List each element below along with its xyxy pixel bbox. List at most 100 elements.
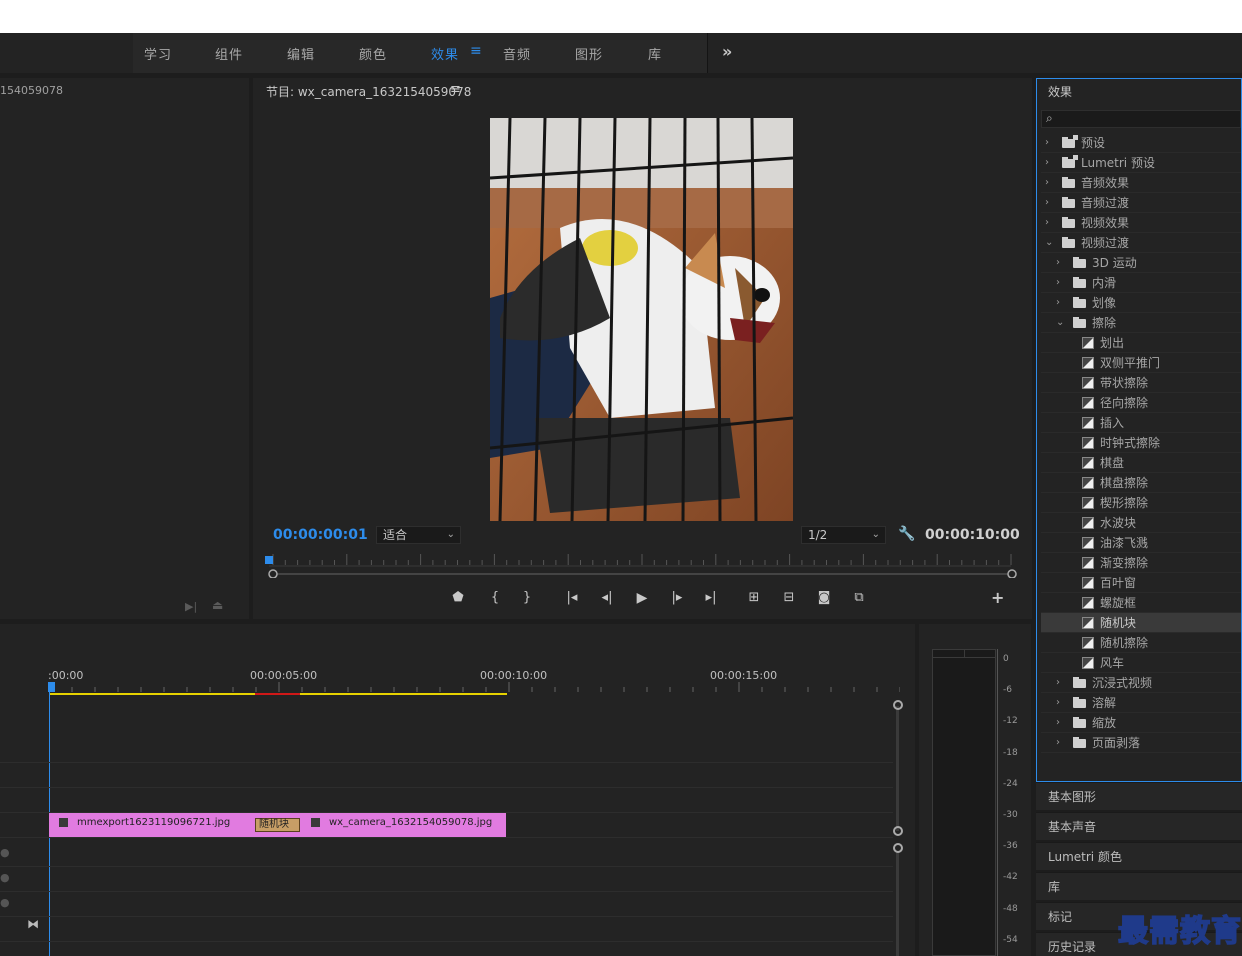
chevron-right-icon[interactable]: ›	[1056, 713, 1060, 733]
effects-folder[interactable]: › 音频过渡	[1041, 193, 1241, 213]
tab-libraries[interactable]: 库	[1036, 872, 1242, 900]
add-button-icon[interactable]: +	[991, 588, 1004, 607]
workspace-editing[interactable]: 编辑	[287, 44, 315, 63]
effect-item[interactable]: 径向擦除	[1041, 393, 1241, 413]
chevron-right-icon[interactable]: ›	[1056, 253, 1060, 273]
effects-folder[interactable]: › 划像	[1041, 293, 1241, 313]
extract-icon[interactable]: ⊟	[779, 590, 799, 605]
transport-controls: ⬟ { } |◂ ◂| ▶ |▸ ▸| ⊞ ⊟ ◙ ⧉	[448, 590, 888, 610]
workspace-effects[interactable]: 效果	[431, 44, 459, 63]
effects-search-input[interactable]	[1062, 112, 1232, 126]
compare-view-icon[interactable]: ⧉	[849, 590, 869, 605]
timeline-ruler[interactable]	[0, 682, 900, 698]
marker-icon[interactable]: ⬟	[448, 590, 468, 605]
mark-in-icon[interactable]: {	[485, 590, 505, 605]
effects-folder[interactable]: › 缩放	[1041, 713, 1241, 733]
effect-item[interactable]: 带状擦除	[1041, 373, 1241, 393]
effect-item[interactable]: 随机擦除	[1041, 633, 1241, 653]
microphone-icon[interactable]: ●	[0, 896, 10, 909]
program-title[interactable]: 节目: wx_camera_1632154059078	[266, 83, 471, 100]
go-to-out-icon[interactable]: ▸|	[701, 590, 721, 605]
effect-item[interactable]: 随机块	[1041, 613, 1241, 633]
timeline-scrollbar[interactable]	[896, 706, 899, 831]
effect-item[interactable]: 水波块	[1041, 513, 1241, 533]
workspace-assembly[interactable]: 组件	[215, 44, 243, 63]
play-icon[interactable]: ▶	[632, 590, 652, 606]
effect-item[interactable]: 插入	[1041, 413, 1241, 433]
tree-item-label: 带状擦除	[1100, 376, 1149, 390]
workspace-color[interactable]: 颜色	[359, 44, 387, 63]
hamburger-icon[interactable]: ≡	[450, 82, 461, 97]
effects-folder[interactable]: › 3D 运动	[1041, 253, 1241, 273]
effect-item[interactable]: 划出	[1041, 333, 1241, 353]
audio-scrollbar[interactable]	[896, 852, 899, 956]
step-back-icon[interactable]: ◂|	[597, 590, 617, 605]
chevron-right-icon[interactable]: ›	[1056, 693, 1060, 713]
chevron-right-icon[interactable]: ›	[1056, 673, 1060, 693]
effect-item[interactable]: 渐变擦除	[1041, 553, 1241, 573]
export-frame-icon[interactable]: ⏏	[212, 598, 223, 612]
effects-folder[interactable]: › 音频效果	[1041, 173, 1241, 193]
workspace-learn[interactable]: 学习	[144, 44, 172, 63]
effect-item[interactable]: 百叶窗	[1041, 573, 1241, 593]
camera-icon[interactable]: ◙	[814, 590, 834, 605]
tab-essential-graphics[interactable]: 基本图形	[1036, 782, 1242, 810]
effect-item[interactable]: 双侧平推门	[1041, 353, 1241, 373]
effects-folder[interactable]: › 溶解	[1041, 693, 1241, 713]
go-to-in-icon[interactable]: |◂	[562, 590, 582, 605]
bow-tie-icon[interactable]: ⧓	[27, 917, 39, 931]
effects-folder[interactable]: › 视频效果	[1041, 213, 1241, 233]
workspace-menu-icon[interactable]: ≡	[470, 43, 483, 59]
effects-folder[interactable]: › 内滑	[1041, 273, 1241, 293]
chevron-down-icon[interactable]: ⌄	[1056, 313, 1064, 333]
workspace-libraries[interactable]: 库	[648, 44, 662, 63]
workspace-audio[interactable]: 音频	[503, 44, 531, 63]
effects-folder[interactable]: ⌄ 擦除	[1041, 313, 1241, 333]
chevron-right-icon[interactable]: ›	[1056, 273, 1060, 293]
mark-out-icon[interactable]: }	[517, 590, 537, 605]
effect-item[interactable]: 棋盘擦除	[1041, 473, 1241, 493]
effect-item[interactable]: 楔形擦除	[1041, 493, 1241, 513]
chevron-right-icon[interactable]: ›	[1056, 293, 1060, 313]
chevron-right-icon[interactable]: ›	[1056, 733, 1060, 753]
scroll-handle-top[interactable]	[893, 700, 903, 710]
current-timecode[interactable]: 00:00:00:01	[273, 527, 368, 543]
clip-mmexport[interactable]: mmexport1623119096721.jpg	[49, 813, 255, 837]
scroll-handle-audio[interactable]	[893, 843, 903, 853]
folder-icon	[1073, 277, 1086, 288]
resolution-dropdown[interactable]: 1/2 ⌄	[801, 526, 886, 544]
effect-item[interactable]: 风车	[1041, 653, 1241, 673]
effect-item[interactable]: 螺旋框	[1041, 593, 1241, 613]
tab-essential-sound[interactable]: 基本声音	[1036, 812, 1242, 840]
effects-search[interactable]: ⌕	[1041, 110, 1241, 128]
chevron-right-icon[interactable]: ›	[1045, 173, 1049, 193]
transition-random-blocks[interactable]: 随机块	[255, 818, 300, 832]
tab-lumetri-color[interactable]: Lumetri 颜色	[1036, 842, 1242, 870]
effects-folder[interactable]: › Lumetri 预设	[1041, 153, 1241, 173]
chevron-right-icon[interactable]: ›	[1045, 153, 1049, 173]
chevron-right-icon[interactable]: ›	[1045, 193, 1049, 213]
effect-item[interactable]: 油漆飞溅	[1041, 533, 1241, 553]
chevron-down-icon[interactable]: ⌄	[1045, 233, 1053, 253]
workspace-graphics[interactable]: 图形	[575, 44, 603, 63]
double-chevron-right-icon[interactable]: »	[722, 42, 732, 61]
program-scrub-bar[interactable]	[265, 552, 1025, 578]
effects-folder[interactable]: › 预设	[1041, 133, 1241, 153]
transition-icon	[1082, 377, 1094, 389]
microphone-icon[interactable]: ●	[0, 871, 10, 884]
chevron-right-icon[interactable]: ›	[1045, 213, 1049, 233]
scroll-handle-bottom[interactable]	[893, 826, 903, 836]
effect-item[interactable]: 棋盘	[1041, 453, 1241, 473]
microphone-icon[interactable]: ●	[0, 846, 10, 859]
effects-folder[interactable]: › 沉浸式视频	[1041, 673, 1241, 693]
lift-icon[interactable]: ⊞	[744, 590, 764, 605]
wrench-icon[interactable]: 🔧	[898, 526, 915, 542]
effects-folder[interactable]: ⌄ 视频过渡	[1041, 233, 1241, 253]
chevron-right-icon[interactable]: ›	[1045, 133, 1049, 153]
title-strip	[0, 0, 1242, 33]
insert-icon[interactable]: ▶|	[185, 600, 197, 613]
effects-folder[interactable]: › 页面剥落	[1041, 733, 1241, 753]
step-forward-icon[interactable]: |▸	[667, 590, 687, 605]
effect-item[interactable]: 时钟式擦除	[1041, 433, 1241, 453]
fit-dropdown[interactable]: 适合 ⌄	[376, 526, 461, 544]
